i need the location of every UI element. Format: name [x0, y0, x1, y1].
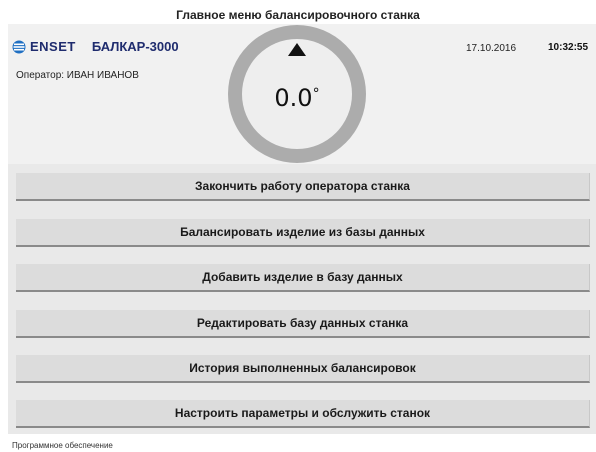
angle-value: 0.0 [274, 84, 313, 112]
triangle-up-icon [288, 43, 306, 56]
footer-text: Программное обеспечение [12, 441, 113, 450]
logo: ENSET БАЛКАР-3000 [12, 39, 179, 54]
add-item-button[interactable]: Добавить изделие в базу данных [16, 264, 590, 292]
angle-unit: ° [312, 86, 320, 102]
brand-name: ENSET [30, 39, 76, 54]
operator-label: Оператор: ИВАН ИВАНОВ [16, 70, 139, 81]
window-title: Главное меню балансировочного станка [176, 8, 420, 22]
balance-from-db-button[interactable]: Балансировать изделие из базы данных [16, 219, 590, 247]
finish-operator-button[interactable]: Закончить работу оператора станка [16, 173, 590, 201]
menu-area [8, 164, 596, 434]
angle-readout: 0.0° [228, 84, 366, 112]
enset-logo-icon [12, 40, 26, 54]
settings-service-button[interactable]: Настроить параметры и обслужить станок [16, 400, 590, 428]
time-label: 10:32:55 [548, 42, 589, 53]
balancing-history-button[interactable]: История выполненных балансировок [16, 355, 590, 383]
edit-db-button[interactable]: Редактировать базу данных станка [16, 310, 590, 338]
date-label: 17.10.2016 [466, 43, 517, 54]
model-name: БАЛКАР-3000 [91, 39, 179, 54]
